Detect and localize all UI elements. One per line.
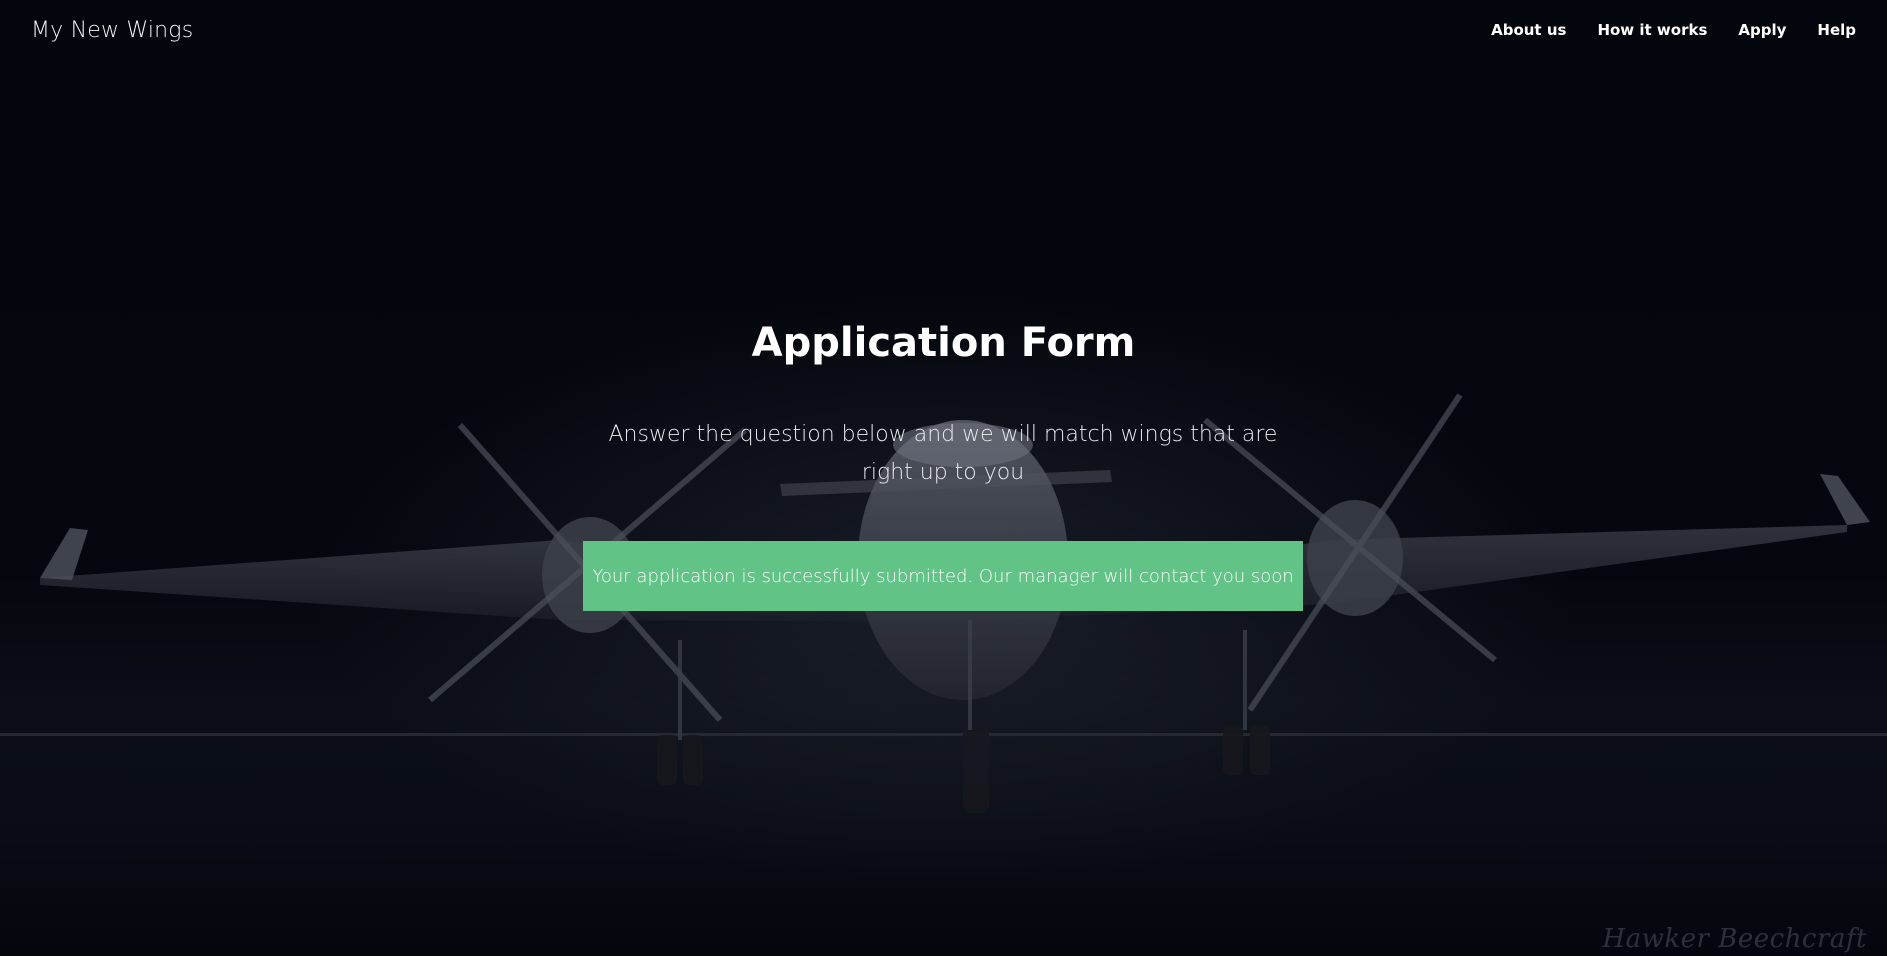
nav-link-how-it-works[interactable]: How it works <box>1597 21 1707 39</box>
main-content: Application Form Answer the question bel… <box>0 0 1887 956</box>
page-title: Application Form <box>751 320 1136 366</box>
nav-link-help[interactable]: Help <box>1817 21 1856 39</box>
top-navigation: My New Wings About us How it works Apply… <box>0 0 1887 60</box>
success-alert: Your application is successfully submitt… <box>583 541 1303 611</box>
nav-link-about-us[interactable]: About us <box>1491 21 1566 39</box>
nav-link-apply[interactable]: Apply <box>1738 21 1786 39</box>
brand-logo[interactable]: My New Wings <box>31 18 193 43</box>
nav-links: About us How it works Apply Help <box>1460 21 1856 39</box>
page-subtitle: Answer the question below and we will ma… <box>608 422 1278 485</box>
